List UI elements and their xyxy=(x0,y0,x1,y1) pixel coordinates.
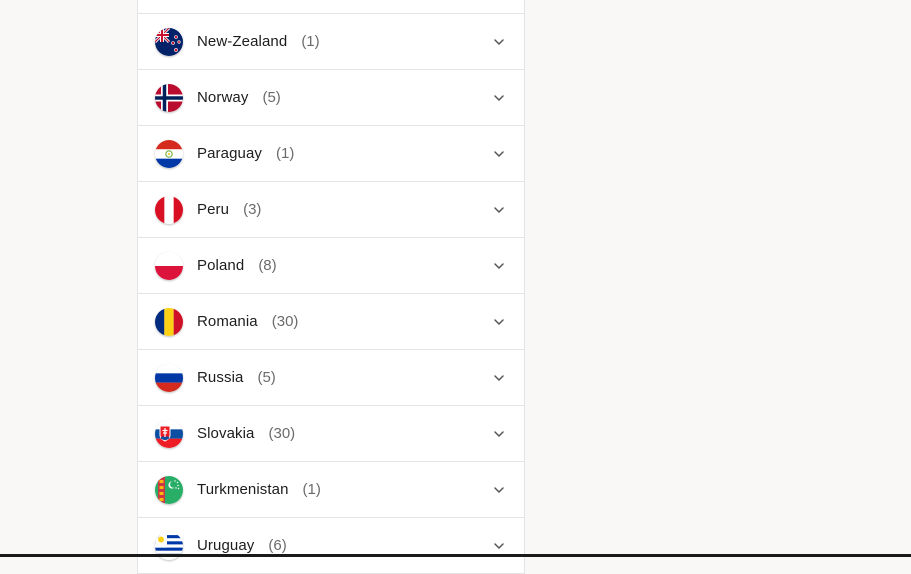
country-row-uruguay[interactable]: Uruguay (6) xyxy=(138,518,524,574)
norway-flag-icon xyxy=(155,83,183,112)
chevron-down-icon[interactable] xyxy=(492,315,506,329)
country-count: (30) xyxy=(268,425,296,442)
country-row-peru[interactable]: Peru (3) xyxy=(138,182,524,238)
new-zealand-flag-icon xyxy=(155,27,183,56)
country-name: Romania xyxy=(197,313,258,330)
romania-flag-icon xyxy=(155,307,183,336)
country-count: (3) xyxy=(243,201,262,218)
chevron-down-icon[interactable] xyxy=(492,259,506,273)
country-count: (5) xyxy=(257,369,276,386)
country-row-partial[interactable] xyxy=(138,0,524,14)
poland-flag-icon xyxy=(155,251,183,280)
chevron-down-icon[interactable] xyxy=(492,91,506,105)
chevron-down-icon[interactable] xyxy=(492,483,506,497)
paraguay-flag-icon xyxy=(155,139,183,168)
country-row-new-zealand[interactable]: New-Zealand (1) xyxy=(138,14,524,70)
turkmenistan-flag-icon xyxy=(155,475,183,504)
country-row-paraguay[interactable]: Paraguay (1) xyxy=(138,126,524,182)
country-row-poland[interactable]: Poland (8) xyxy=(138,238,524,294)
country-count: (5) xyxy=(262,89,281,106)
country-name: Paraguay xyxy=(197,145,263,162)
chevron-down-icon[interactable] xyxy=(492,539,506,553)
country-name: Peru xyxy=(197,201,230,218)
chevron-down-icon[interactable] xyxy=(492,371,506,385)
country-name: Uruguay xyxy=(197,537,255,554)
country-row-turkmenistan[interactable]: Turkmenistan (1) xyxy=(138,462,524,518)
country-count: (1) xyxy=(276,145,295,162)
chevron-down-icon[interactable] xyxy=(492,35,506,49)
russia-flag-icon xyxy=(155,363,183,392)
chevron-down-icon[interactable] xyxy=(492,203,506,217)
country-row-romania[interactable]: Romania (30) xyxy=(138,294,524,350)
chevron-down-icon[interactable] xyxy=(492,147,506,161)
country-name: Poland xyxy=(197,257,245,274)
country-name: Turkmenistan xyxy=(197,481,289,498)
country-count: (6) xyxy=(268,537,287,554)
country-count: (1) xyxy=(302,481,321,498)
country-name: Russia xyxy=(197,369,244,386)
country-count: (1) xyxy=(301,33,320,50)
country-count: (8) xyxy=(258,257,277,274)
country-row-russia[interactable]: Russia (5) xyxy=(138,350,524,406)
country-name: Slovakia xyxy=(197,425,255,442)
country-list: New-Zealand (1) Norway (5) Paraguay (1) … xyxy=(137,0,525,574)
country-name: New-Zealand xyxy=(197,33,288,50)
country-row-norway[interactable]: Norway (5) xyxy=(138,70,524,126)
chevron-down-icon[interactable] xyxy=(492,427,506,441)
slovakia-flag-icon xyxy=(155,419,183,448)
country-name: Norway xyxy=(197,89,249,106)
country-count: (30) xyxy=(271,313,299,330)
country-row-slovakia[interactable]: Slovakia (30) xyxy=(138,406,524,462)
peru-flag-icon xyxy=(155,195,183,224)
